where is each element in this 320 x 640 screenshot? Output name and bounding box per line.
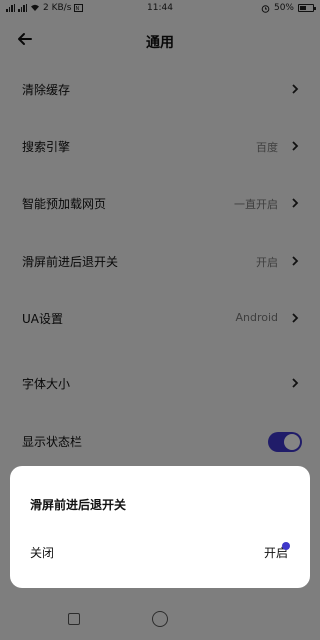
dialog-title: 滑屏前进后退开关 (30, 498, 127, 512)
selected-radio-indicator (282, 542, 290, 550)
option-off[interactable]: 关闭 (30, 544, 54, 561)
swipe-navigation-dialog: 滑屏前进后退开关 关闭 开启 (10, 466, 310, 588)
